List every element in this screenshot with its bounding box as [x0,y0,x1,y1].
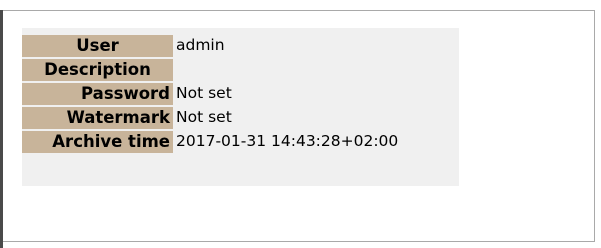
property-label-user: User [22,34,173,57]
property-value-password: Not set [176,84,232,102]
property-row-watermark: Watermark Not set [22,105,459,129]
property-value-user: admin [176,36,225,54]
top-strip [0,0,601,10]
property-label-archive-time: Archive time [22,130,173,153]
property-row-password: Password Not set [22,81,459,105]
property-row-user: User admin [22,33,459,57]
property-label-description: Description [22,58,173,81]
property-row-description: Description [22,57,459,81]
property-row-archive-time: Archive time 2017-01-31 14:43:28+02:00 [22,129,459,153]
property-label-password: Password [22,82,173,105]
properties-table: User admin Description Password Not set … [22,28,459,186]
property-value-archive-time: 2017-01-31 14:43:28+02:00 [176,132,399,150]
property-label-watermark: Watermark [22,106,173,129]
property-value-watermark: Not set [176,108,232,126]
